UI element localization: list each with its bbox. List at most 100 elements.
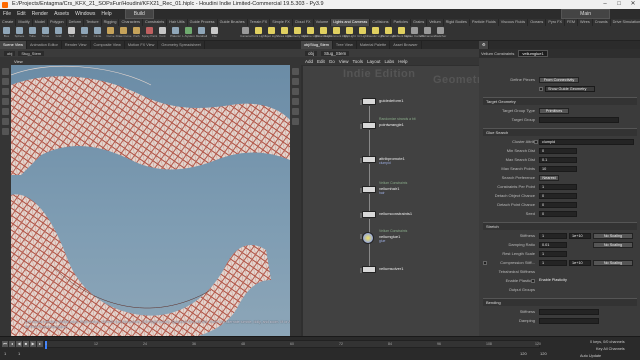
shelf-tab[interactable]: FEM bbox=[565, 19, 579, 26]
viewer-tab[interactable]: Render View bbox=[62, 41, 91, 49]
menu-windows[interactable]: Windows bbox=[72, 11, 98, 17]
shelf-tab[interactable]: Guide Process bbox=[188, 19, 218, 26]
rotate-tool-icon[interactable] bbox=[2, 88, 9, 95]
shelf-tab[interactable]: Particle Fluids bbox=[470, 19, 499, 26]
shelf-tool[interactable]: Grid bbox=[52, 26, 65, 40]
shelf-tool[interactable]: Sky Light bbox=[343, 26, 356, 40]
param-section[interactable]: Glue Search bbox=[483, 128, 637, 136]
menu-render[interactable]: Render bbox=[29, 11, 51, 17]
shelf-tab[interactable]: Polygon bbox=[48, 19, 67, 26]
stretch-scaling-menu[interactable]: No Scaling bbox=[593, 260, 633, 266]
viewer-node[interactable]: Stug_Stem bbox=[18, 50, 45, 56]
shelf-tab[interactable]: Grains bbox=[411, 19, 428, 26]
go-start-icon[interactable]: ⏮ bbox=[2, 341, 8, 347]
shelf-tool[interactable]: L-System bbox=[182, 26, 195, 40]
stretch-aux-field[interactable]: 1e+10 bbox=[569, 233, 591, 239]
shelf-tool[interactable]: Spot Light bbox=[265, 26, 278, 40]
shelf-tab[interactable]: Modify bbox=[16, 19, 33, 26]
viewer-tab[interactable]: Composite View bbox=[91, 41, 125, 49]
node-flag-icon[interactable] bbox=[360, 100, 362, 105]
step-forward-icon[interactable]: ▸ bbox=[37, 341, 43, 347]
network-node[interactable] bbox=[360, 186, 376, 193]
shelf-tab[interactable]: Hair Utils bbox=[167, 19, 188, 26]
menu-help[interactable]: Help bbox=[98, 11, 114, 17]
network-menu-item[interactable]: View bbox=[339, 59, 349, 64]
glue-field[interactable]: 0.1 bbox=[539, 157, 577, 163]
network-canvas[interactable]: Indie Edition Geometry guidedeform1 Rando… bbox=[303, 66, 479, 336]
viewer-tab[interactable]: Scene View bbox=[0, 41, 27, 49]
target-group-field[interactable] bbox=[539, 117, 619, 123]
wireframe-icon[interactable] bbox=[292, 88, 299, 95]
stretch-field[interactable]: 1 bbox=[539, 251, 567, 257]
node-flag-icon[interactable] bbox=[360, 213, 362, 218]
current-frame[interactable]: 1 bbox=[4, 351, 6, 356]
auto-update-button[interactable]: Auto Update bbox=[580, 354, 601, 358]
shelf-tab[interactable]: Terrain FX bbox=[248, 19, 271, 26]
bending-field[interactable] bbox=[539, 318, 599, 324]
shelf-tab[interactable]: Pyro FX bbox=[546, 19, 566, 26]
network-tab[interactable]: obj/Stug_Stem bbox=[301, 41, 333, 49]
maximize-button[interactable]: □ bbox=[612, 0, 626, 9]
3d-viewport[interactable]: Left mouse tumbles. Middle pans. Right d… bbox=[11, 65, 290, 340]
shelf-tab[interactable]: Crowds bbox=[593, 19, 611, 26]
shelf-tool[interactable]: Circle bbox=[91, 26, 104, 40]
range-end-2[interactable]: 120 bbox=[540, 351, 547, 356]
display-options-icon[interactable] bbox=[292, 68, 299, 75]
glue-field[interactable]: 0 bbox=[539, 193, 577, 199]
range-start[interactable]: 1 bbox=[18, 351, 20, 356]
node-flag-icon[interactable] bbox=[360, 268, 362, 273]
viewer-path[interactable]: obj bbox=[4, 50, 16, 56]
network-tab[interactable]: Asset Browser bbox=[390, 41, 422, 49]
viewer-tab[interactable]: Geometry Spreadsheet bbox=[158, 41, 205, 49]
scale-tool-icon[interactable] bbox=[2, 98, 9, 105]
network-menu-item[interactable]: Add bbox=[305, 59, 313, 64]
glue-field[interactable]: clumpid bbox=[539, 139, 634, 145]
shelf-tab[interactable]: Simple FX bbox=[270, 19, 293, 26]
stretch-field[interactable]: 1 bbox=[539, 233, 567, 239]
stretch-scaling-menu[interactable]: No Scaling bbox=[593, 233, 633, 239]
menu-assets[interactable]: Assets bbox=[51, 11, 72, 17]
shelf-tool[interactable]: Tube bbox=[26, 26, 39, 40]
shelf-tab[interactable]: Model bbox=[33, 19, 48, 26]
glue-field[interactable]: 0 bbox=[539, 211, 577, 217]
shelf-tab[interactable]: Texture bbox=[84, 19, 102, 26]
shelf-tool[interactable]: Platonic bbox=[169, 26, 182, 40]
shelf-tab[interactable]: Constraints bbox=[143, 19, 168, 26]
shelf-tab[interactable]: Oceans bbox=[528, 19, 547, 26]
menu-file[interactable]: File bbox=[0, 11, 14, 17]
network-node[interactable] bbox=[360, 232, 374, 244]
shelf-tab[interactable]: Particles bbox=[391, 19, 412, 26]
step-back-icon[interactable]: ◂ bbox=[9, 341, 15, 347]
timeline-track[interactable]: 1 12 24 36 48 60 72 84 96 108 120 bbox=[44, 340, 541, 349]
shelf-tab[interactable]: Rigging bbox=[102, 19, 120, 26]
shelf-tool[interactable]: File bbox=[208, 26, 221, 40]
network-menu-item[interactable]: Go bbox=[329, 59, 335, 64]
glue-field[interactable]: 0 bbox=[539, 148, 577, 154]
view-tool-icon[interactable] bbox=[2, 128, 9, 135]
network-node[interactable] bbox=[360, 156, 376, 163]
shelf-tool[interactable]: Draw Curve bbox=[116, 26, 131, 40]
minimize-button[interactable]: – bbox=[598, 0, 612, 9]
shelf-tool[interactable]: Point Light bbox=[251, 26, 266, 40]
shelf-tool[interactable]: Spray Paint bbox=[142, 26, 157, 40]
play-reverse-icon[interactable]: ◀ bbox=[16, 341, 22, 347]
shelf-tool[interactable]: Font bbox=[156, 26, 169, 40]
network-menu-item[interactable]: Edit bbox=[317, 59, 325, 64]
shaded-icon[interactable] bbox=[292, 98, 299, 105]
param-checkbox[interactable] bbox=[483, 261, 487, 265]
shelf-tab[interactable]: Vellum bbox=[427, 19, 444, 26]
shelf-tab[interactable]: Guide Brushes bbox=[218, 19, 248, 26]
shelf-tab[interactable]: Deform bbox=[67, 19, 85, 26]
network-menu-item[interactable]: Tools bbox=[352, 59, 363, 64]
shelf-tool[interactable]: VR Camera bbox=[420, 26, 435, 40]
shelf-tool[interactable]: Null bbox=[65, 26, 78, 40]
define-pieces-menu[interactable]: From Connectivity bbox=[539, 77, 579, 83]
show-guide-toggle[interactable]: Show Guide Geometry bbox=[545, 86, 595, 92]
shelf-tab[interactable]: Cloud FX bbox=[293, 19, 314, 26]
shelf-tab[interactable]: Drive Simulation bbox=[611, 19, 640, 26]
network-node[interactable] bbox=[360, 266, 376, 273]
view-menu[interactable]: View bbox=[14, 59, 23, 64]
shelf-tab[interactable]: Collisions bbox=[370, 19, 392, 26]
tab-parameters[interactable]: ⚙ bbox=[479, 41, 490, 49]
param-checkbox[interactable] bbox=[531, 279, 535, 283]
